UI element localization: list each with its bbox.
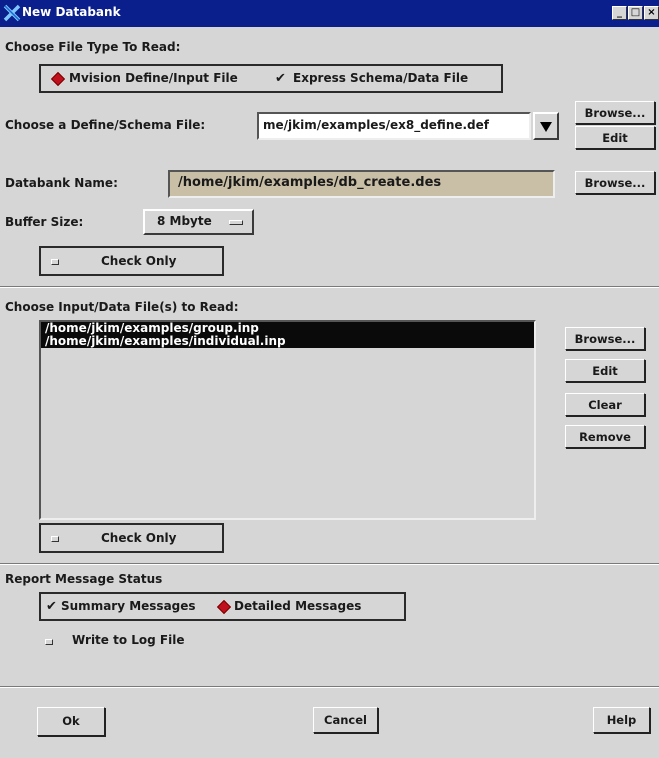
buffer-size-menu[interactable]: 8 Mbyte bbox=[143, 209, 254, 235]
define-edit-button[interactable]: Edit bbox=[575, 126, 655, 149]
title-bar[interactable]: New Databank _ □ × bbox=[0, 0, 659, 27]
report-radio-group: ✔ Summary Messages Detailed Messages bbox=[39, 592, 406, 621]
window-title: New Databank bbox=[22, 5, 121, 19]
separator bbox=[0, 286, 659, 288]
radio-summary-messages[interactable]: Summary Messages bbox=[61, 599, 196, 613]
input-clear-button[interactable]: Clear bbox=[565, 393, 645, 416]
input-remove-button[interactable]: Remove bbox=[565, 425, 645, 448]
buffer-size-value: 8 Mbyte bbox=[157, 214, 212, 228]
databank-name-label: Databank Name: bbox=[5, 176, 118, 190]
radio-detailed-messages[interactable]: Detailed Messages bbox=[234, 599, 361, 613]
radio-express-schema[interactable]: Express Schema/Data File bbox=[293, 71, 468, 85]
list-item[interactable]: /home/jkim/examples/individual.inp bbox=[41, 335, 534, 348]
input-files-heading: Choose Input/Data File(s) to Read: bbox=[5, 300, 239, 314]
input-edit-button[interactable]: Edit bbox=[565, 359, 645, 382]
separator bbox=[0, 563, 659, 565]
report-heading: Report Message Status bbox=[5, 572, 163, 586]
separator bbox=[0, 686, 659, 688]
ok-button[interactable]: Ok bbox=[37, 707, 105, 736]
x-logo-icon bbox=[3, 4, 21, 22]
radio-selected-icon bbox=[50, 71, 66, 87]
file-type-heading: Choose File Type To Read: bbox=[5, 40, 181, 54]
help-button[interactable]: Help bbox=[593, 707, 650, 733]
checkbox-icon[interactable] bbox=[45, 639, 53, 645]
write-log-label[interactable]: Write to Log File bbox=[72, 633, 185, 647]
input-browse-button[interactable]: Browse... bbox=[565, 327, 645, 350]
new-databank-window: New Databank _ □ × Choose File Type To R… bbox=[0, 0, 659, 758]
radio-selected-icon bbox=[216, 599, 232, 615]
define-schema-field[interactable]: me/jkim/examples/ex8_define.def bbox=[257, 112, 531, 140]
close-icon[interactable]: × bbox=[644, 6, 659, 20]
radio-unselected-icon: ✔ bbox=[46, 599, 57, 614]
buffer-size-label: Buffer Size: bbox=[5, 215, 84, 229]
checkbox-icon[interactable] bbox=[51, 259, 59, 265]
dropdown-arrow-icon bbox=[540, 122, 552, 132]
check-only-1-label[interactable]: Check Only bbox=[101, 254, 176, 268]
define-schema-dropdown[interactable] bbox=[533, 112, 559, 140]
minimize-icon[interactable]: _ bbox=[612, 6, 627, 20]
check-only-1-frame: Check Only bbox=[39, 246, 224, 276]
option-menu-indicator-icon bbox=[229, 220, 243, 225]
input-files-list[interactable]: /home/jkim/examples/group.inp /home/jkim… bbox=[39, 320, 536, 520]
databank-browse-button[interactable]: Browse... bbox=[575, 171, 655, 194]
cancel-button[interactable]: Cancel bbox=[313, 707, 378, 733]
radio-unselected-icon: ✔ bbox=[275, 71, 286, 86]
databank-name-field[interactable]: /home/jkim/examples/db_create.des bbox=[168, 170, 555, 198]
define-schema-label: Choose a Define/Schema File: bbox=[5, 118, 206, 132]
file-type-radio-group: Mvision Define/Input File ✔ Express Sche… bbox=[39, 64, 503, 93]
define-browse-button[interactable]: Browse... bbox=[575, 101, 655, 124]
checkbox-icon[interactable] bbox=[51, 536, 59, 542]
radio-mvision-define[interactable]: Mvision Define/Input File bbox=[69, 71, 238, 85]
check-only-2-label[interactable]: Check Only bbox=[101, 531, 176, 545]
maximize-icon[interactable]: □ bbox=[628, 6, 643, 20]
check-only-2-frame: Check Only bbox=[39, 523, 224, 553]
